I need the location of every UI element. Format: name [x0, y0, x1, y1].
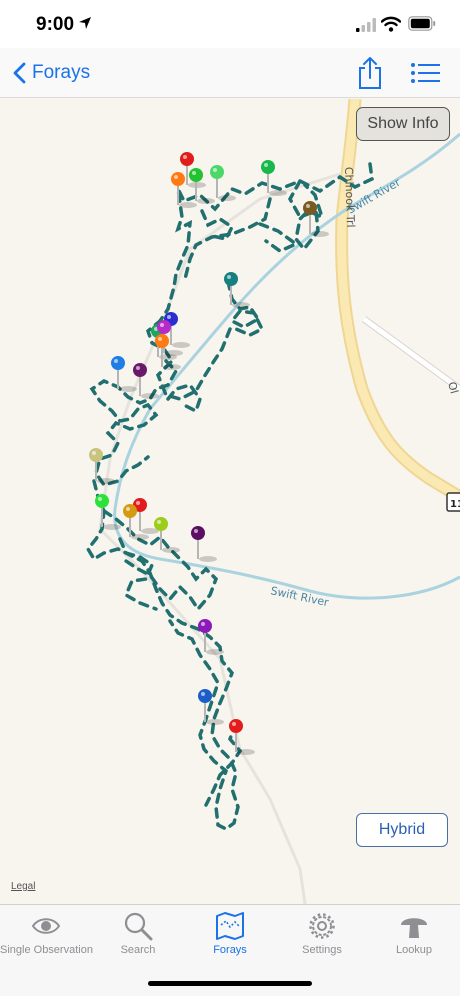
back-label: Forays	[32, 62, 91, 83]
magnifier-icon	[124, 912, 153, 941]
map-view[interactable]: Swift River Swift River Chinook Trl Ol 1…	[0, 99, 460, 904]
status-time: 9:00	[36, 14, 75, 35]
mushroom-icon	[401, 918, 427, 938]
map-pin[interactable]	[261, 160, 287, 196]
tab-single-observation[interactable]: Single Observation	[0, 911, 93, 967]
show-info-button[interactable]: Show Info	[356, 107, 450, 141]
map-icon	[216, 912, 244, 940]
chinook-trail-road	[337, 99, 460, 501]
tab-label: Forays	[213, 944, 247, 956]
chinook-trail-road	[335, 99, 460, 503]
tab-search[interactable]: Search	[92, 911, 184, 967]
chevron-left-icon	[13, 62, 26, 84]
map-pin[interactable]	[154, 517, 180, 553]
tab-label: Lookup	[395, 944, 433, 956]
map-pin[interactable]	[224, 272, 250, 308]
tab-lookup[interactable]: Lookup	[368, 911, 460, 967]
home-indicator	[148, 981, 312, 986]
map-pin[interactable]	[191, 526, 217, 562]
hybrid-button[interactable]: Hybrid	[356, 813, 448, 847]
map-canvas: Swift River Swift River Chinook Trl Ol 1…	[85, 99, 460, 904]
share-icon[interactable]	[356, 56, 384, 90]
tab-label: Single Observation	[0, 944, 93, 956]
wifi-icon	[381, 16, 401, 32]
location-arrow-icon	[79, 17, 91, 29]
tab-label: Settings	[302, 944, 342, 956]
map-pin[interactable]	[133, 498, 159, 534]
cellular-signal-icon	[356, 18, 376, 32]
tab-bar: Single Observation Search Forays Setting…	[0, 904, 460, 996]
navigation-bar: Forays	[0, 48, 460, 98]
eye-icon	[31, 918, 61, 934]
tab-label: Search	[120, 944, 156, 956]
battery-icon	[408, 16, 436, 31]
minor-road	[362, 316, 460, 392]
status-bar: 9:00	[0, 0, 460, 48]
map-pin[interactable]	[210, 165, 236, 201]
tab-forays[interactable]: Forays	[184, 911, 276, 967]
road-label: Chinook Trl	[342, 167, 357, 228]
map-pin[interactable]	[229, 719, 255, 755]
gear-icon	[309, 913, 335, 939]
route-badge: 11	[450, 499, 460, 510]
road-label-edge: Ol	[445, 380, 460, 395]
back-button[interactable]: Forays	[12, 58, 90, 88]
list-icon[interactable]	[410, 62, 440, 84]
legal-link[interactable]: Legal	[11, 881, 35, 892]
tab-settings[interactable]: Settings	[276, 911, 368, 967]
